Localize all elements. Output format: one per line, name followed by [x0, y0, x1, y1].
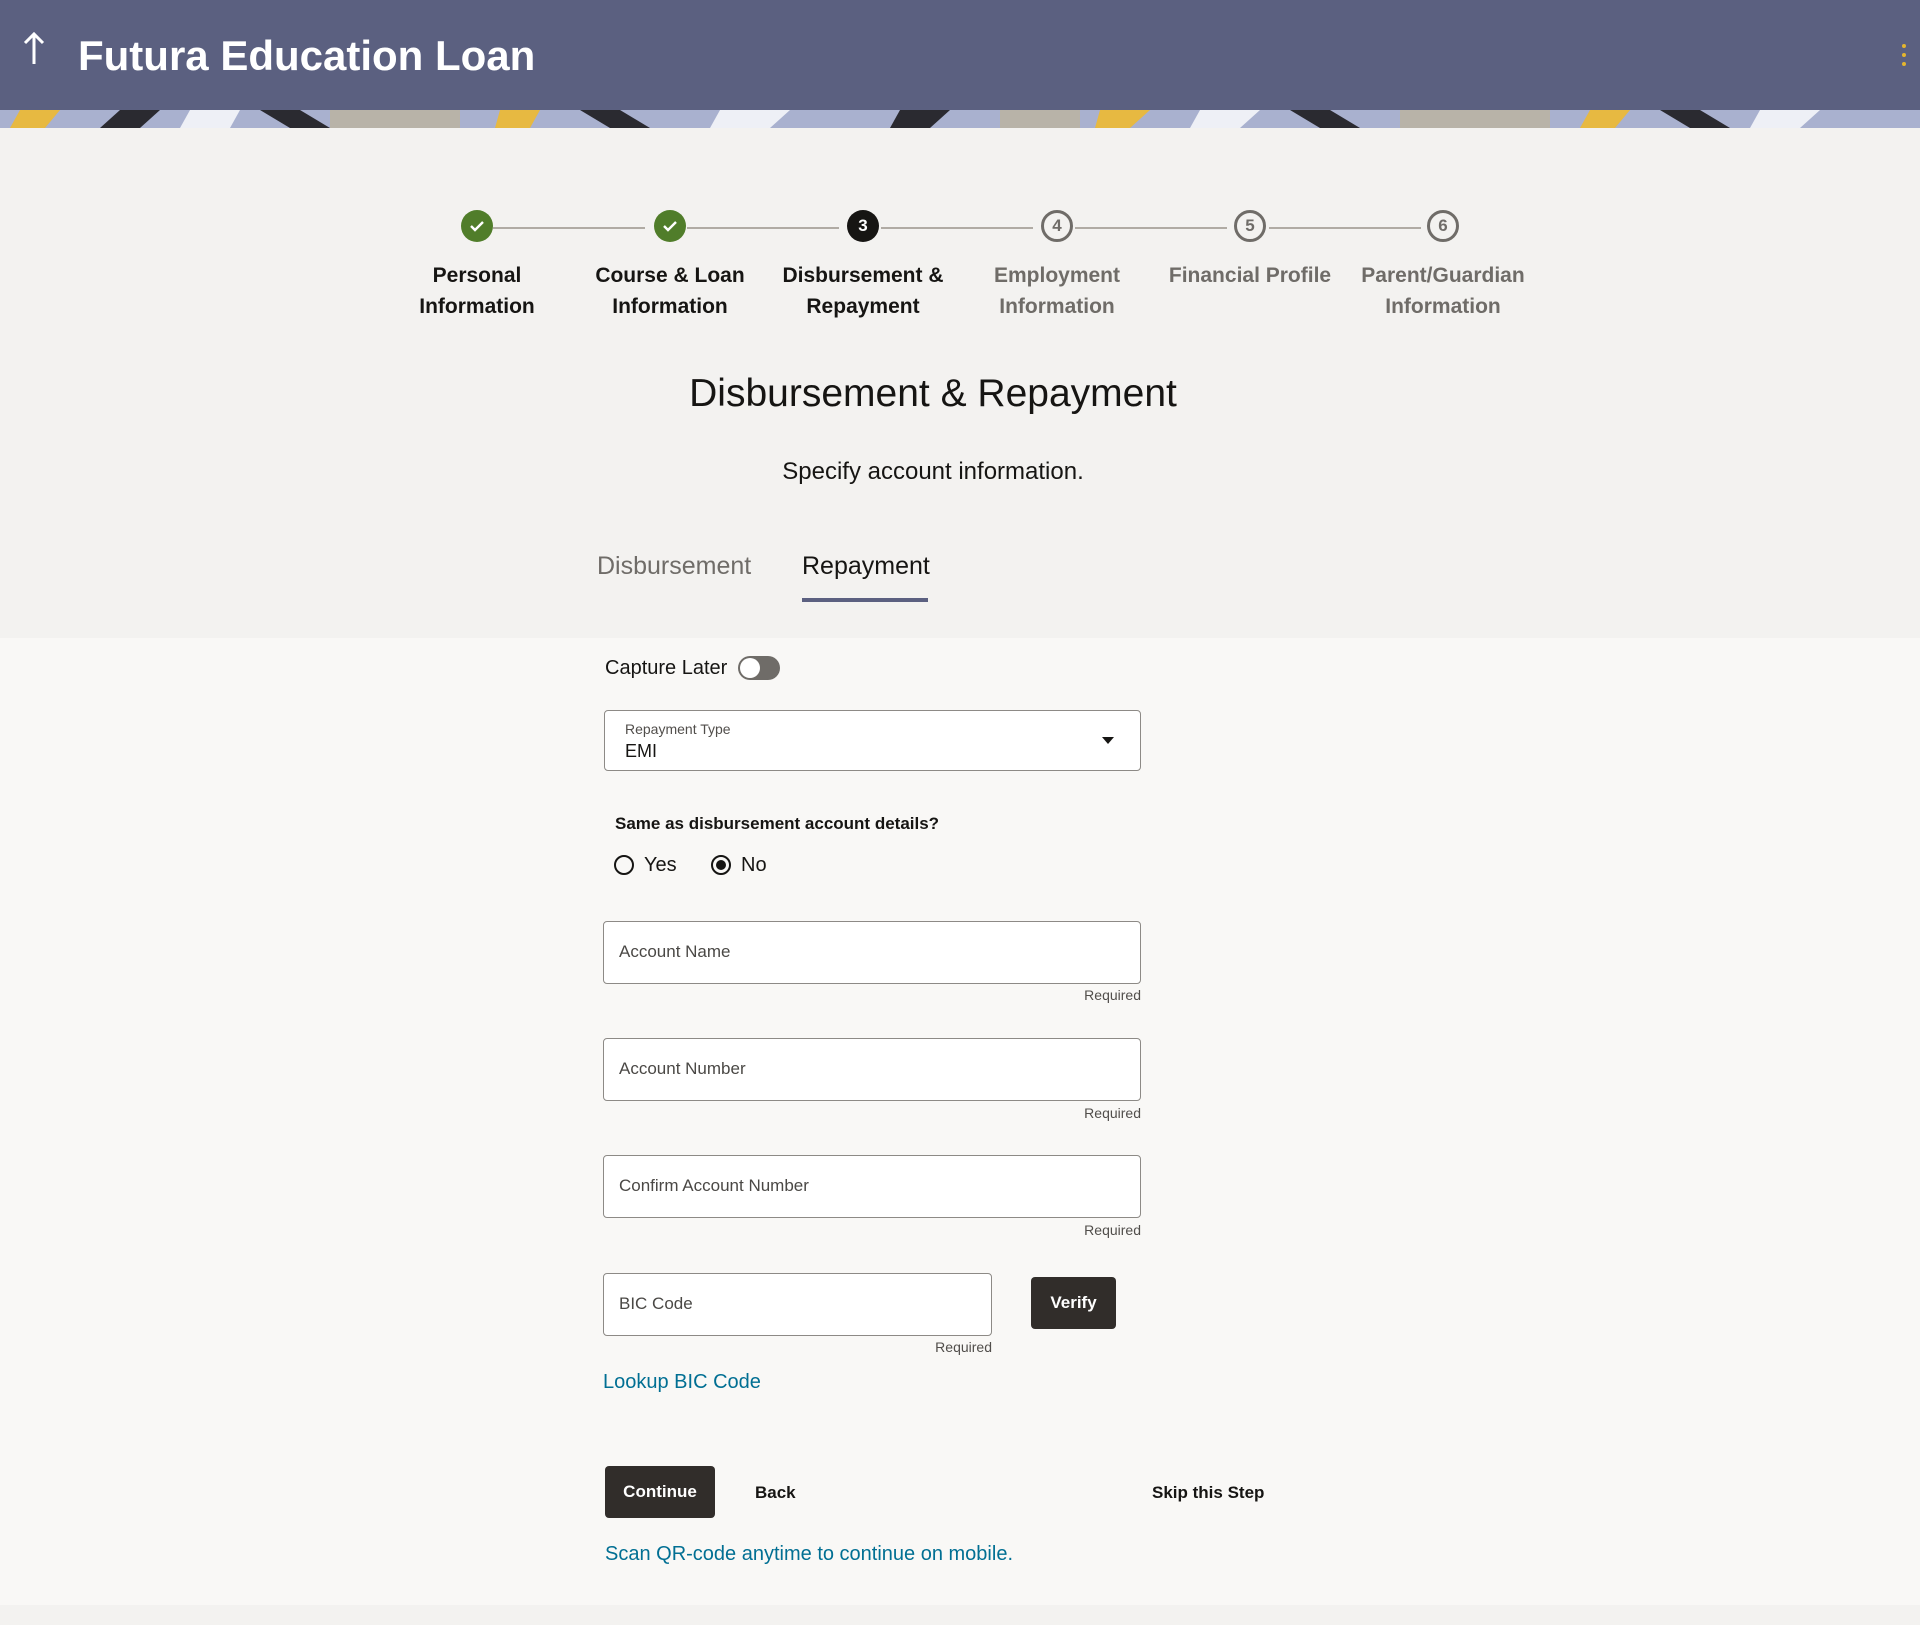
app-title: Futura Education Loan: [78, 32, 536, 79]
bic-code-placeholder: BIC Code: [619, 1294, 693, 1313]
step-number-badge: 4: [1041, 210, 1073, 242]
footer-band: [0, 1605, 1920, 1625]
step-complete-badge: [654, 210, 686, 242]
step-label: Personal Information: [419, 264, 535, 318]
back-button[interactable]: Back: [755, 1481, 796, 1505]
account-number-required-hint: Required: [1084, 1105, 1141, 1121]
step-label: Disbursement & Repayment: [782, 264, 944, 318]
radio-selected-icon: [711, 855, 731, 875]
repayment-type-select[interactable]: Repayment Type EMI: [604, 710, 1141, 771]
step-financial-profile[interactable]: 5 Financial Profile: [1155, 210, 1345, 291]
scan-qr-code-link[interactable]: Scan QR-code anytime to continue on mobi…: [605, 1540, 1013, 1568]
account-name-placeholder: Account Name: [619, 942, 731, 961]
step-complete-badge: [461, 210, 493, 242]
radio-no[interactable]: No: [711, 853, 767, 877]
caret-down-icon: [1102, 737, 1114, 744]
step-employment-information[interactable]: 4 Employment Information: [962, 210, 1152, 322]
confirm-account-number-placeholder: Confirm Account Number: [619, 1176, 809, 1195]
capture-later-label: Capture Later: [605, 657, 728, 679]
tab-disbursement[interactable]: Disbursement: [597, 548, 751, 584]
step-disbursement-repayment[interactable]: 3 Disbursement & Repayment: [768, 210, 958, 322]
step-label: Employment Information: [993, 264, 1121, 318]
page-subtitle: Specify account information.: [782, 458, 1084, 485]
checkmark-icon: [663, 221, 677, 232]
toggle-knob: [740, 658, 760, 678]
step-course-loan-information[interactable]: Course & Loan Information: [575, 210, 765, 322]
decorative-banner-pattern: [0, 110, 1920, 128]
app-header: Futura Education Loan: [0, 0, 1920, 112]
up-arrow-icon[interactable]: [18, 28, 50, 68]
same-as-disbursement-question: Same as disbursement account details?: [615, 814, 940, 833]
capture-later-toggle[interactable]: [738, 656, 780, 680]
verify-button[interactable]: Verify: [1031, 1277, 1116, 1329]
step-number-badge: 3: [847, 210, 879, 242]
step-label: Financial Profile: [1168, 264, 1332, 287]
checkmark-icon: [470, 221, 484, 232]
step-parent-guardian-information[interactable]: 6 Parent/Guardian Information: [1348, 210, 1538, 322]
step-number-badge: 6: [1427, 210, 1459, 242]
radio-yes[interactable]: Yes: [614, 853, 677, 877]
continue-button[interactable]: Continue: [605, 1466, 715, 1518]
account-number-placeholder: Account Number: [619, 1059, 746, 1078]
repayment-type-value: EMI: [625, 741, 658, 761]
repayment-type-label: Repayment Type: [625, 721, 731, 737]
account-name-input[interactable]: Account Name: [603, 921, 1141, 984]
lookup-bic-code-link[interactable]: Lookup BIC Code: [603, 1368, 761, 1396]
skip-step-button[interactable]: Skip this Step: [1152, 1481, 1264, 1505]
bic-code-required-hint: Required: [935, 1339, 992, 1355]
page-title: Disbursement & Repayment: [689, 372, 1177, 415]
radio-circle-icon: [614, 855, 634, 875]
step-label: Course & Loan Information: [595, 264, 745, 318]
step-number-badge: 5: [1234, 210, 1266, 242]
account-name-required-hint: Required: [1084, 987, 1141, 1003]
tab-repayment[interactable]: Repayment: [802, 548, 930, 584]
radio-label: Yes: [644, 853, 677, 876]
step-label: Parent/Guardian Information: [1361, 264, 1525, 318]
step-personal-information[interactable]: Personal Information: [382, 210, 572, 322]
radio-label: No: [741, 853, 767, 876]
kebab-menu-icon[interactable]: [1900, 42, 1908, 68]
account-number-input[interactable]: Account Number: [603, 1038, 1141, 1101]
bic-code-input[interactable]: BIC Code: [603, 1273, 992, 1336]
active-tab-indicator: [802, 598, 928, 602]
confirm-account-number-input[interactable]: Confirm Account Number: [603, 1155, 1141, 1218]
confirm-account-number-required-hint: Required: [1084, 1222, 1141, 1238]
progress-stepper: Personal Information Course & Loan Informa…: [0, 210, 1920, 330]
